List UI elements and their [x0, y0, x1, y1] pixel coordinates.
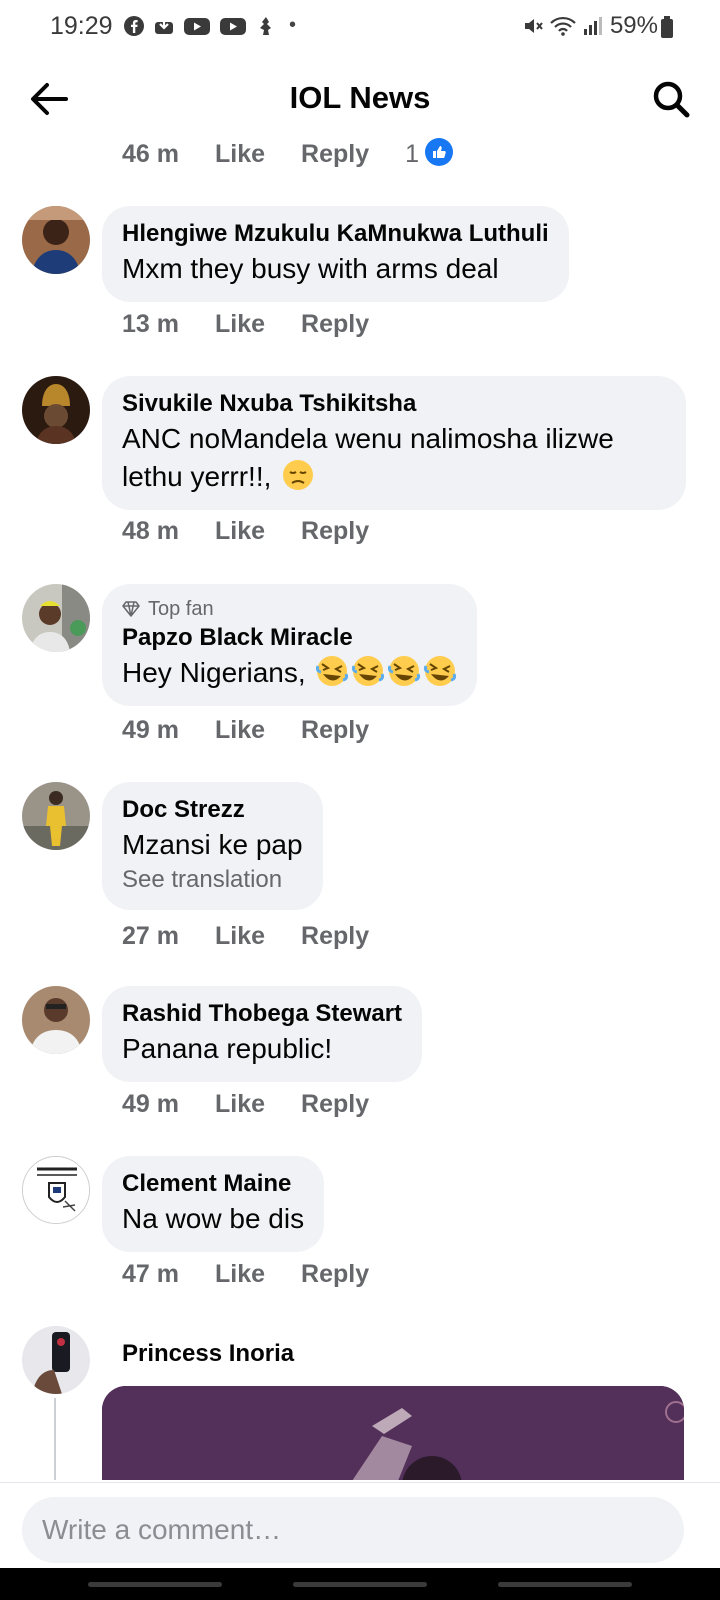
comment-text-line: lethu yerrr!!,	[122, 458, 666, 496]
comment-time: 13 m	[122, 310, 179, 338]
youtube-icon	[219, 15, 247, 37]
comment-bubble[interactable]: Top fan Papzo Black Miracle Hey Nigerian…	[102, 584, 478, 706]
comment-meta-row: 47 m Like Reply	[122, 1260, 369, 1289]
comment-author[interactable]: Princess Inoria	[122, 1338, 294, 1370]
avatar[interactable]	[22, 1326, 90, 1394]
reply-button[interactable]: Reply	[301, 140, 369, 169]
comment-text: Hey Nigerians,	[122, 657, 314, 688]
comment-time: 48 m	[122, 517, 179, 545]
facebook-icon	[123, 15, 145, 37]
comment-text: Mzansi ke pap	[122, 829, 303, 860]
comment-bubble[interactable]: Sivukile Nxuba Tshikitsha ANC noMandela …	[102, 376, 686, 510]
comment-author[interactable]: Sivukile Nxuba Tshikitsha	[122, 388, 666, 420]
status-bar: 19:29 • 59%	[0, 0, 720, 52]
comment-author[interactable]: Clement Maine	[122, 1168, 304, 1200]
page-title: IOL News	[289, 80, 431, 115]
wifi-icon	[550, 15, 576, 37]
top-fan-badge: Top fan	[122, 596, 457, 622]
app-bar: IOL News	[0, 64, 720, 134]
rolling-laughing-emoji-icon	[423, 654, 457, 688]
rolling-laughing-emoji-icon	[387, 654, 421, 688]
reply-thread-line	[54, 1398, 56, 1480]
recent-apps-button[interactable]	[88, 1582, 222, 1587]
comment-time: 49 m	[122, 716, 179, 744]
disappointed-face-emoji-icon	[281, 458, 315, 492]
signal-icon	[582, 15, 604, 37]
comment-image[interactable]	[102, 1386, 684, 1480]
comment-meta-row: 46 m Like Reply 1	[122, 137, 454, 169]
comment-bubble[interactable]: Clement Maine Na wow be dis	[102, 1156, 325, 1252]
comment-time: 47 m	[122, 1260, 179, 1288]
status-time: 19:29	[50, 12, 113, 40]
comment-text: Mxm they busy with arms deal	[122, 253, 499, 284]
status-system-icons: 59%	[522, 12, 658, 40]
diamond-icon	[122, 601, 140, 617]
battery-percent: 59%	[609, 12, 658, 39]
comment-bubble[interactable]: Rashid Thobega Stewart Panana republic!	[102, 986, 423, 1082]
reply-button[interactable]: Reply	[301, 1260, 369, 1289]
notification-icon	[255, 15, 277, 37]
comment-meta-row: 48 m Like Reply	[122, 517, 369, 546]
reply-button[interactable]: Reply	[301, 310, 369, 339]
comment-bubble[interactable]: Doc Strezz Mzansi ke pap See translation	[102, 782, 323, 910]
comment-bubble[interactable]: Hlengiwe Mzukulu KaMnukwa Luthuli Mxm th…	[102, 206, 569, 302]
like-button[interactable]: Like	[215, 1090, 265, 1119]
comment-meta-row: 49 m Like Reply	[122, 716, 369, 745]
comment-text-line: Hey Nigerians,	[122, 654, 457, 692]
battery-icon	[661, 16, 673, 38]
comment-author[interactable]: Hlengiwe Mzukulu KaMnukwa Luthuli	[122, 218, 549, 250]
comment-time: 49 m	[122, 1090, 179, 1118]
like-button[interactable]: Like	[215, 517, 265, 546]
like-button[interactable]: Like	[215, 140, 265, 169]
avatar[interactable]	[22, 986, 90, 1054]
search-button[interactable]	[648, 76, 694, 122]
see-translation-link[interactable]: See translation	[122, 864, 303, 896]
reply-button[interactable]: Reply	[301, 517, 369, 546]
like-button[interactable]: Like	[215, 922, 265, 951]
youtube-icon	[183, 15, 211, 37]
avatar[interactable]	[22, 782, 90, 850]
reply-button[interactable]: Reply	[301, 1090, 369, 1119]
comment-meta-row: 13 m Like Reply	[122, 310, 369, 339]
comment-author[interactable]: Papzo Black Miracle	[122, 622, 457, 654]
avatar[interactable]	[22, 1156, 90, 1224]
comment-text: Na wow be dis	[122, 1203, 305, 1234]
rolling-laughing-emoji-icon	[351, 654, 385, 688]
like-reaction-icon	[425, 137, 454, 166]
comment-author[interactable]: Rashid Thobega Stewart	[122, 998, 402, 1030]
comment-item: Princess Inoria	[0, 1326, 720, 1480]
comments-feed[interactable]: 46 m Like Reply 1 Hlengiwe Mzukulu KaMnu…	[0, 136, 720, 1480]
comment-composer-bar	[0, 1482, 720, 1568]
reply-button[interactable]: Reply	[301, 716, 369, 745]
avatar[interactable]	[22, 206, 90, 274]
mute-icon	[522, 15, 544, 37]
top-fan-label: Top fan	[148, 598, 214, 620]
avatar[interactable]	[22, 584, 90, 652]
search-icon	[653, 81, 690, 118]
like-button[interactable]: Like	[215, 310, 265, 339]
system-back-button[interactable]	[498, 1582, 632, 1587]
comment-time: 27 m	[122, 922, 179, 950]
download-icon	[153, 15, 175, 37]
comment-meta-row: 49 m Like Reply	[122, 1090, 369, 1119]
comment-meta-row: 27 m Like Reply	[122, 922, 369, 951]
comment-text: lethu yerrr!!,	[122, 461, 280, 492]
avatar[interactable]	[22, 376, 90, 444]
comment-time: 46 m	[122, 140, 179, 168]
rolling-laughing-emoji-icon	[315, 654, 349, 688]
comment-text-line: ANC noMandela wenu nalimosha ilizwe	[122, 423, 614, 454]
status-notification-icons: •	[123, 14, 296, 37]
like-button[interactable]: Like	[215, 716, 265, 745]
reply-button[interactable]: Reply	[301, 922, 369, 951]
comment-text: Panana republic!	[122, 1033, 333, 1064]
more-notifications-dot: •	[289, 14, 297, 36]
home-button[interactable]	[293, 1582, 427, 1587]
comment-input[interactable]	[22, 1497, 684, 1563]
system-navigation-bar	[0, 1568, 720, 1600]
comment-author[interactable]: Doc Strezz	[122, 794, 303, 826]
like-button[interactable]: Like	[215, 1260, 265, 1289]
reaction-count[interactable]: 1	[405, 140, 419, 169]
